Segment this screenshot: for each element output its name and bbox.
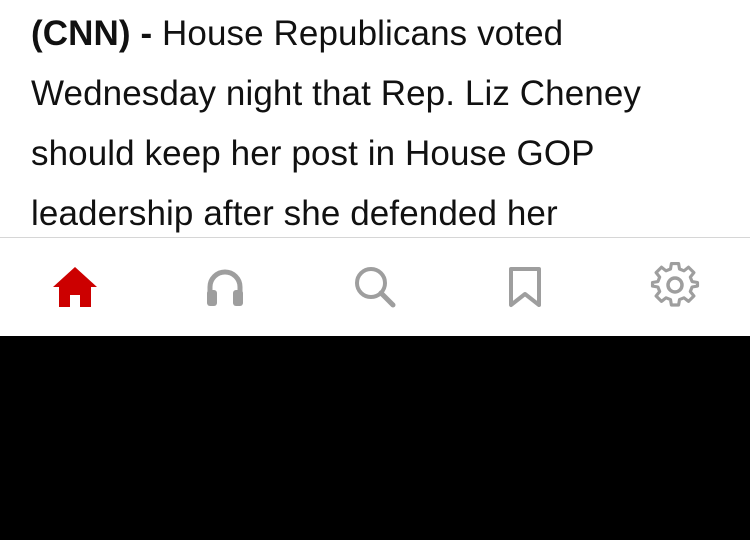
tab-listen[interactable] [150, 238, 300, 336]
search-icon [353, 265, 397, 309]
app-screen: (CNN) - House Republicans voted Wednesda… [0, 0, 750, 540]
gear-icon [650, 262, 700, 312]
article-content[interactable]: (CNN) - House Republicans voted Wednesda… [0, 0, 750, 237]
tab-saved[interactable] [450, 238, 600, 336]
tab-search[interactable] [300, 238, 450, 336]
black-overlay-area [0, 336, 750, 540]
article-dateline: (CNN) [31, 14, 131, 53]
bottom-tab-bar [0, 238, 750, 336]
tab-settings[interactable] [600, 238, 750, 336]
home-icon [51, 265, 99, 309]
headphones-icon [204, 266, 246, 308]
dateline-separator: - [130, 14, 163, 53]
article-paragraph: (CNN) - House Republicans voted Wednesda… [31, 4, 731, 237]
tab-home[interactable] [0, 238, 150, 336]
bookmark-icon [507, 266, 543, 308]
